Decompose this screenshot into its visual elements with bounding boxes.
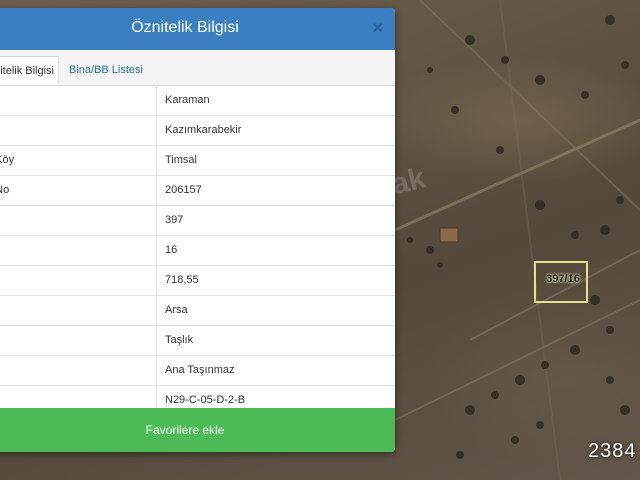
table-row: el 16: [0, 236, 395, 266]
table-row: ri Taşlık: [0, 326, 395, 356]
row-value: Timsal: [165, 154, 197, 166]
row-value: 397: [165, 214, 184, 226]
row-key: Alanı: [0, 266, 157, 295]
tab-attribute-info[interactable]: itelik Bilgisi: [0, 56, 59, 85]
row-key: el: [0, 236, 157, 265]
row-key: ri: [0, 326, 157, 355]
tab-building-list[interactable]: Bina/BB Listesi: [61, 56, 151, 85]
row-value: Arsa: [165, 304, 188, 316]
table-row: alle No 206157: [0, 176, 395, 206]
listing-number: 2384: [588, 440, 637, 462]
table-row: alle/Köy Timsal: [0, 146, 395, 176]
row-key: k: [0, 296, 157, 325]
row-key: n Tip: [0, 356, 157, 385]
attribute-table: Karaman Kazımkarabekir alle/Köy Timsal al…: [0, 86, 395, 416]
parcel-label: 397/16: [546, 273, 580, 285]
row-value: 16: [165, 244, 178, 256]
row-key: [0, 86, 157, 115]
table-row: n Tip Ana Taşınmaz: [0, 356, 395, 386]
row-key: alle No: [0, 176, 157, 205]
table-row: Karaman: [0, 86, 395, 116]
row-value: Taşlık: [165, 334, 194, 346]
table-row: Kazımkarabekir: [0, 116, 395, 146]
row-value: 718,55: [165, 274, 199, 286]
modal-title: Öznitelik Bilgisi: [131, 19, 239, 36]
table-row: 397: [0, 206, 395, 236]
table-row: k Arsa: [0, 296, 395, 326]
row-value: Kazımkarabekir: [165, 124, 242, 136]
row-key: [0, 206, 157, 235]
add-to-favorites-button[interactable]: Favorilere ekle: [0, 408, 395, 452]
close-icon[interactable]: ×: [372, 18, 383, 38]
row-value: Karaman: [165, 94, 210, 106]
row-value: Ana Taşınmaz: [165, 364, 235, 376]
modal-header: Öznitelik Bilgisi ×: [0, 8, 395, 50]
row-key: alle/Köy: [0, 146, 157, 175]
row-value: 206157: [165, 184, 202, 196]
row-key: [0, 116, 157, 145]
modal-tabs: itelik Bilgisi Bina/BB Listesi: [0, 50, 395, 86]
table-row: Alanı 718,55: [0, 266, 395, 296]
attribute-info-modal: Öznitelik Bilgisi × itelik Bilgisi Bina/…: [0, 8, 395, 452]
